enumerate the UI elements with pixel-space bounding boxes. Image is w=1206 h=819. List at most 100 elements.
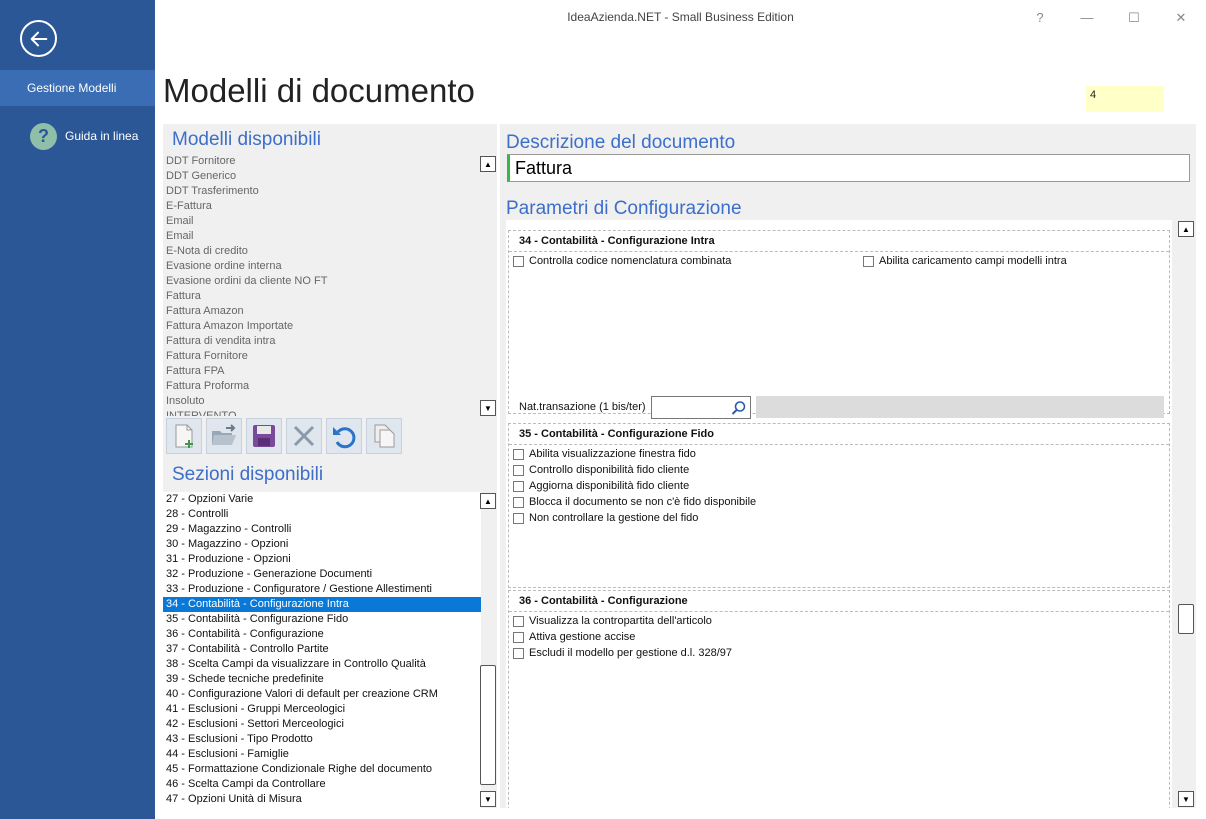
section-list-item[interactable]: 42 - Esclusioni - Settori Merceologici	[163, 717, 481, 732]
sections-scroll-up-icon[interactable]: ▲	[480, 493, 496, 509]
section-list-item[interactable]: 33 - Produzione - Configuratore / Gestio…	[163, 582, 481, 597]
section-list-item[interactable]: 47 - Opzioni Unità di Misura	[163, 792, 481, 807]
sidebar: Gestione Modelli ? Guida in linea	[0, 0, 155, 819]
model-list-item[interactable]: E-Fattura	[163, 199, 481, 214]
sidebar-item-label: Guida in linea	[65, 129, 139, 143]
config-block-title: 35 - Contabilità - Configurazione Fido	[519, 428, 714, 440]
delete-button[interactable]	[286, 418, 322, 454]
model-list-item[interactable]: Insoluto	[163, 394, 481, 409]
checkbox-abilita-campi-intra[interactable]: Abilita caricamento campi modelli intra	[863, 255, 1067, 267]
checkbox-aggiorna-fido[interactable]: Aggiorna disponibilità fido cliente	[513, 480, 689, 492]
search-icon[interactable]	[731, 400, 747, 416]
checkbox-controlla-nomenclatura[interactable]: Controlla codice nomenclatura combinata	[513, 255, 731, 267]
nat-transazione-input[interactable]	[651, 396, 751, 419]
model-list-item[interactable]: Fattura Proforma	[163, 379, 481, 394]
checkbox-controllo-fido[interactable]: Controllo disponibilità fido cliente	[513, 464, 689, 476]
config-block-title: 34 - Contabilità - Configurazione Intra	[519, 235, 715, 247]
sections-list[interactable]: 27 - Opzioni Varie 28 - Controlli 29 - Mag…	[163, 492, 481, 808]
model-list-item[interactable]: Email	[163, 229, 481, 244]
section-list-item[interactable]: 40 - Configurazione Valori di default pe…	[163, 687, 481, 702]
save-icon	[253, 425, 275, 447]
new-document-button[interactable]	[166, 418, 202, 454]
models-scroll-down-icon[interactable]: ▼	[480, 400, 496, 416]
checkbox-icon	[513, 647, 524, 659]
maximize-button[interactable]: ☐	[1124, 10, 1144, 26]
undo-button[interactable]	[326, 418, 362, 454]
section-list-item[interactable]: 39 - Schede tecniche predefinite	[163, 672, 481, 687]
section-list-item[interactable]: 35 - Contabilità - Configurazione Fido	[163, 612, 481, 627]
model-list-item[interactable]: Evasione ordine interna	[163, 259, 481, 274]
model-list-item[interactable]: Fattura Amazon	[163, 304, 481, 319]
params-scrollbar-thumb[interactable]	[1178, 604, 1194, 634]
checkbox-icon	[513, 615, 524, 627]
section-list-item[interactable]: 30 - Magazzino - Opzioni	[163, 537, 481, 552]
models-list[interactable]: DDT Fornitore DDT Generico DDT Trasferimen…	[163, 154, 481, 416]
delete-icon	[293, 425, 315, 447]
close-button[interactable]: ✕	[1171, 10, 1191, 26]
sections-scrollbar-thumb[interactable]	[480, 665, 496, 785]
checkbox-non-controllare-fido[interactable]: Non controllare la gestione del fido	[513, 512, 698, 524]
section-list-item[interactable]: 41 - Esclusioni - Gruppi Merceologici	[163, 702, 481, 717]
section-list-item[interactable]: 43 - Esclusioni - Tipo Prodotto	[163, 732, 481, 747]
model-list-item[interactable]: Fattura FPA	[163, 364, 481, 379]
model-list-item[interactable]: Email	[163, 214, 481, 229]
open-folder-button[interactable]	[206, 418, 242, 454]
model-list-item[interactable]: DDT Fornitore	[163, 154, 481, 169]
sections-scroll-down-icon[interactable]: ▼	[480, 791, 496, 807]
checkbox-blocca-documento[interactable]: Blocca il documento se non c'è fido disp…	[513, 496, 756, 508]
description-field[interactable]: Fattura	[507, 154, 1190, 182]
model-list-item[interactable]: Fattura Amazon Importate	[163, 319, 481, 334]
checkbox-gestione-accise[interactable]: Attiva gestione accise	[513, 631, 635, 643]
section-list-item[interactable]: 27 - Opzioni Varie	[163, 492, 481, 507]
model-list-item[interactable]: Evasione ordini da cliente NO FT	[163, 274, 481, 289]
sidebar-item-gestione-modelli[interactable]: Gestione Modelli	[0, 70, 155, 106]
checkbox-icon	[513, 631, 524, 643]
section-list-item[interactable]: 37 - Contabilità - Controllo Partite	[163, 642, 481, 657]
section-list-item[interactable]: 29 - Magazzino - Controlli	[163, 522, 481, 537]
checkbox-abilita-finestra-fido[interactable]: Abilita visualizzazione finestra fido	[513, 448, 696, 460]
section-list-item[interactable]: 36 - Contabilità - Configurazione	[163, 627, 481, 642]
checkbox-escludi-modello[interactable]: Escludi il modello per gestione d.l. 328…	[513, 647, 732, 659]
section-list-item[interactable]: 31 - Produzione - Opzioni	[163, 552, 481, 567]
checkbox-label: Abilita visualizzazione finestra fido	[529, 448, 696, 460]
checkbox-label: Abilita caricamento campi modelli intra	[879, 255, 1067, 267]
window-help-button[interactable]: ?	[1030, 10, 1050, 25]
nat-transazione-description	[756, 396, 1164, 418]
params-area: 34 - Contabilità - Configurazione Intra …	[506, 220, 1172, 808]
checkbox-icon	[513, 480, 524, 492]
model-list-item[interactable]: Fattura	[163, 289, 481, 304]
model-list-item[interactable]: Fattura Fornitore	[163, 349, 481, 364]
section-list-item[interactable]: 38 - Scelta Campi da visualizzare in Con…	[163, 657, 481, 672]
section-list-item[interactable]: 46 - Scelta Campi da Controllare	[163, 777, 481, 792]
section-list-item[interactable]: 45 - Formattazione Condizionale Righe de…	[163, 762, 481, 777]
section-list-item[interactable]: 44 - Esclusioni - Famiglie	[163, 747, 481, 762]
left-panel: Modelli disponibili DDT Fornitore DDT Gen…	[163, 124, 497, 808]
models-scroll-up-icon[interactable]: ▲	[480, 156, 496, 172]
model-list-item[interactable]: DDT Trasferimento	[163, 184, 481, 199]
checkbox-contropartita-articolo[interactable]: Visualizza la contropartita dell'articol…	[513, 615, 712, 627]
sidebar-item-guida-in-linea[interactable]: ? Guida in linea	[30, 122, 138, 150]
checkbox-label: Visualizza la contropartita dell'articol…	[529, 615, 712, 627]
model-list-item[interactable]: INTERVENTO	[163, 409, 481, 416]
minimize-button[interactable]: —	[1077, 10, 1097, 25]
copy-button[interactable]	[366, 418, 402, 454]
model-list-item[interactable]: Fattura di vendita intra	[163, 334, 481, 349]
model-list-item[interactable]: E-Nota di credito	[163, 244, 481, 259]
open-folder-icon	[212, 424, 236, 445]
user-value-field[interactable]: 4	[1086, 86, 1164, 112]
right-panel: Descrizione del documento Fattura Parame…	[500, 124, 1196, 808]
save-button[interactable]	[246, 418, 282, 454]
model-list-item[interactable]: DDT Generico	[163, 169, 481, 184]
description-section-title: Descrizione del documento	[506, 132, 736, 153]
config-block-36: 36 - Contabilità - Configurazione Visual…	[508, 590, 1170, 808]
params-scroll-up-icon[interactable]: ▲	[1178, 221, 1194, 237]
params-scroll-down-icon[interactable]: ▼	[1178, 791, 1194, 807]
back-button[interactable]	[20, 20, 57, 57]
config-block-34: 34 - Contabilità - Configurazione Intra …	[508, 230, 1170, 419]
section-list-item[interactable]: 28 - Controlli	[163, 507, 481, 522]
checkbox-label: Controllo disponibilità fido cliente	[529, 464, 690, 476]
checkbox-label: Blocca il documento se non c'è fido disp…	[529, 496, 757, 508]
section-list-item[interactable]: 32 - Produzione - Generazione Documenti	[163, 567, 481, 582]
help-icon: ?	[30, 122, 57, 150]
section-list-item[interactable]: 34 - Contabilità - Configurazione Intra	[163, 597, 481, 612]
